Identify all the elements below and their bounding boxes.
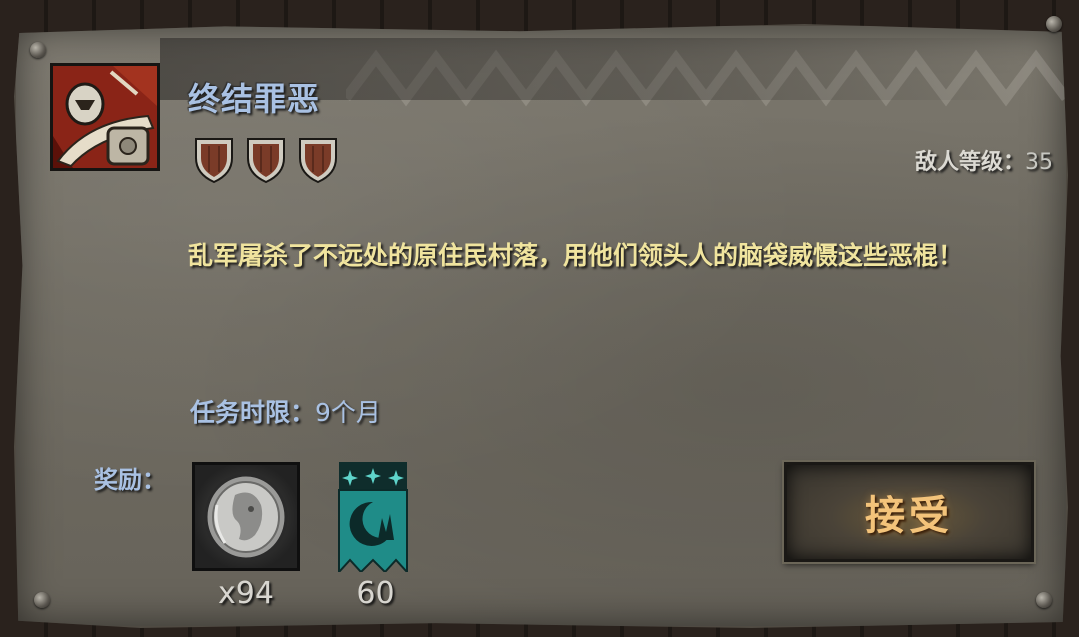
reward-label: 奖励： [94, 466, 166, 494]
knight-portrait-icon [53, 66, 157, 168]
time-limit: 任务时限：9个月 [190, 393, 381, 429]
accept-button-label: 接受 [865, 493, 953, 539]
quest-title: 终结罪恶 [188, 80, 321, 118]
quest-screen: 终结罪恶 敌人等级：35 乱军屠杀了不远处的原住民村落，用他们领头人的脑袋威慑这… [0, 0, 1079, 637]
accept-button[interactable]: 接受 [782, 460, 1036, 564]
difficulty-rating [193, 136, 339, 184]
screw-icon [30, 42, 46, 58]
moon-banner-icon [338, 462, 408, 575]
reward-count-banner: 60 [356, 576, 395, 611]
time-limit-label: 任务时限： [190, 398, 316, 427]
quest-description: 乱军屠杀了不远处的原住民村落，用他们领头人的脑袋威慑这些恶棍！ [188, 241, 964, 270]
quest-portrait [50, 63, 160, 171]
reward-count-coin: x94 [218, 576, 274, 611]
shield-icon [195, 138, 233, 184]
enemy-level-label: 敌人等级： [914, 150, 1025, 175]
time-limit-value: 9个月 [315, 398, 381, 427]
reward-item-coin[interactable] [192, 462, 300, 571]
silver-coin-icon [204, 473, 288, 561]
enemy-level: 敌人等级：35 [915, 144, 1053, 176]
enemy-level-value: 35 [1025, 150, 1053, 175]
shield-icon [247, 138, 285, 184]
screw-icon [1046, 16, 1062, 32]
screw-icon [34, 592, 50, 608]
shield-icon [299, 138, 337, 184]
reward-item-banner[interactable] [338, 462, 408, 575]
screw-icon [1036, 592, 1052, 608]
